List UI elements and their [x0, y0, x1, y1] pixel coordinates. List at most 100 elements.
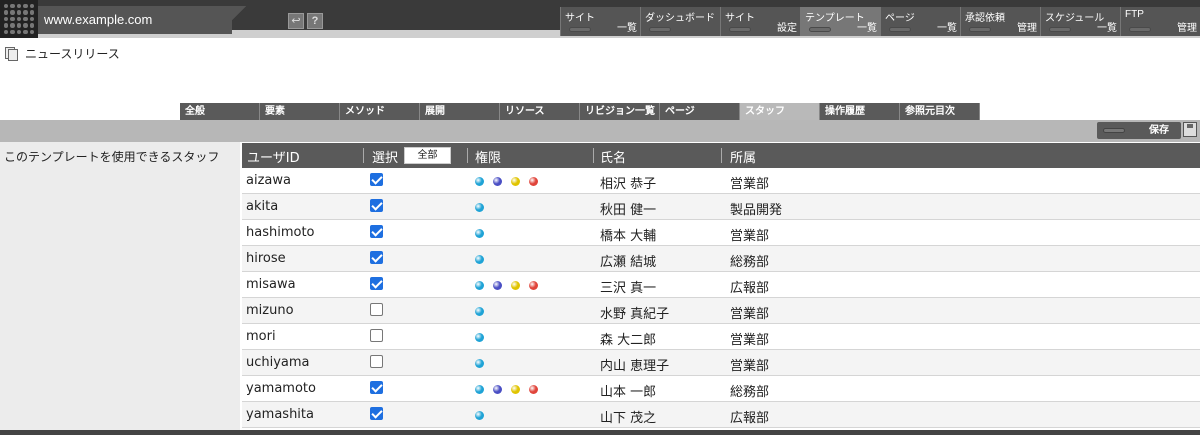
- main-nav: サイト 一覧 ダッシュボード サイト 設定 テンプレート 一覧 ページ 一覧 承認依頼 管理 スケジュ…: [560, 7, 1200, 36]
- department-cell: 営業部: [730, 177, 770, 192]
- tab-5[interactable]: リビジョン一覧: [580, 103, 660, 120]
- permission-dot-icon: [475, 177, 484, 186]
- tab-7[interactable]: スタッフ: [740, 103, 820, 120]
- save-button-label: 保存: [1149, 125, 1169, 136]
- nav-item-3[interactable]: テンプレート 一覧: [800, 7, 880, 36]
- user-id-cell: hirose: [246, 251, 286, 266]
- permission-dot-icon: [529, 281, 538, 290]
- nav-item-label: ダッシュボード: [645, 13, 715, 24]
- table-row: yamamoto 山本 一郎 総務部: [242, 376, 1200, 402]
- save-disk-icon[interactable]: [1183, 122, 1197, 137]
- select-checkbox[interactable]: [370, 329, 383, 342]
- permission-dots: [475, 177, 547, 186]
- nav-item-2[interactable]: サイト設定: [720, 7, 800, 36]
- permission-dot-icon: [475, 359, 484, 368]
- nav-item-sub-label: 設定: [777, 23, 797, 34]
- back-icon[interactable]: ↩: [288, 13, 304, 29]
- nav-item-7[interactable]: FTP 管理: [1120, 7, 1200, 36]
- select-checkbox[interactable]: [370, 277, 383, 290]
- name-cell: 相沢 恭子: [600, 177, 657, 192]
- nav-item-sub-label: 管理: [1177, 23, 1197, 34]
- nav-item-pill: [1049, 27, 1071, 32]
- permission-dot-icon: [493, 385, 502, 394]
- permission-dots: [475, 229, 493, 238]
- nav-item-4[interactable]: ページ一覧: [880, 7, 960, 36]
- content-tabs: 全般 要素 メソッド 展開 リソース リビジョン一覧 ページ スタッフ 操作履歴 参照元目次: [180, 103, 980, 120]
- tab-1[interactable]: 要素: [260, 103, 340, 120]
- nav-item-6[interactable]: スケジュール 一覧: [1040, 7, 1120, 36]
- permission-dots: [475, 281, 547, 290]
- permission-dot-icon: [493, 177, 502, 186]
- nav-item-label: スケジュール: [1045, 13, 1105, 24]
- tab-6[interactable]: ページ: [660, 103, 740, 120]
- nav-item-pill: [889, 27, 911, 32]
- permission-dot-icon: [511, 281, 520, 290]
- department-cell: 総務部: [730, 255, 770, 270]
- select-checkbox[interactable]: [370, 381, 383, 394]
- permission-dot-icon: [529, 385, 538, 394]
- select-checkbox[interactable]: [370, 407, 383, 420]
- nav-item-0[interactable]: サイト一覧: [560, 7, 640, 36]
- nav-item-label: ページ: [885, 13, 915, 24]
- table-row: misawa 三沢 真一 広報部: [242, 272, 1200, 298]
- user-id-cell: hashimoto: [246, 225, 315, 240]
- nav-item-label: FTP: [1125, 9, 1144, 20]
- user-id-cell: aizawa: [246, 173, 291, 188]
- department-cell: 営業部: [730, 359, 770, 374]
- name-cell: 秋田 健一: [600, 203, 657, 218]
- nav-item-label: サイト: [565, 13, 595, 24]
- tab-4[interactable]: リソース: [500, 103, 580, 120]
- name-cell: 三沢 真一: [600, 281, 657, 296]
- permission-dots: [475, 333, 493, 342]
- toolbar-band: [0, 120, 1200, 142]
- permission-dot-icon: [475, 255, 484, 264]
- save-button-pill: [1103, 128, 1125, 133]
- select-checkbox[interactable]: [370, 225, 383, 238]
- column-separator: [721, 148, 722, 163]
- save-button[interactable]: 保存: [1097, 122, 1181, 139]
- user-id-cell: akita: [246, 199, 279, 214]
- tab-3[interactable]: 展開: [420, 103, 500, 120]
- permission-dot-icon: [511, 177, 520, 186]
- select-checkbox[interactable]: [370, 251, 383, 264]
- column-separator: [593, 148, 594, 163]
- site-url[interactable]: www.example.com: [44, 12, 152, 27]
- select-checkbox[interactable]: [370, 199, 383, 212]
- nav-item-sub-label: 一覧: [937, 23, 957, 34]
- nav-item-sub-label: 一覧: [617, 23, 637, 34]
- table-row: hashimoto 橋本 大輔 営業部: [242, 220, 1200, 246]
- select-checkbox[interactable]: [370, 173, 383, 186]
- department-cell: 営業部: [730, 307, 770, 322]
- department-cell: 営業部: [730, 333, 770, 348]
- logo-icon[interactable]: [0, 0, 38, 38]
- table-row: yamashita 山下 茂之 広報部: [242, 402, 1200, 428]
- user-id-cell: misawa: [246, 277, 296, 292]
- select-all-button[interactable]: 全部: [404, 147, 451, 164]
- nav-item-label: サイト: [725, 13, 755, 24]
- select-checkbox[interactable]: [370, 303, 383, 316]
- user-id-cell: uchiyama: [246, 355, 310, 370]
- column-header-user-id: ユーザID: [247, 151, 300, 166]
- table-row: mori 森 大二郎 営業部: [242, 324, 1200, 350]
- page-title-row: ニュースリリース: [5, 45, 120, 62]
- name-cell: 山本 一郎: [600, 385, 657, 400]
- select-checkbox[interactable]: [370, 355, 383, 368]
- tab-9[interactable]: 参照元目次: [900, 103, 980, 120]
- permission-dot-icon: [493, 281, 502, 290]
- help-button[interactable]: ?: [307, 13, 323, 29]
- nav-item-pill: [569, 27, 591, 32]
- nav-item-pill: [1129, 27, 1151, 32]
- permission-dot-icon: [475, 203, 484, 212]
- department-cell: 総務部: [730, 385, 770, 400]
- user-id-cell: yamamoto: [246, 381, 316, 396]
- tab-2[interactable]: メソッド: [340, 103, 420, 120]
- tab-8[interactable]: 操作履歴: [820, 103, 900, 120]
- name-cell: 内山 恵理子: [600, 359, 670, 374]
- table-row: uchiyama 内山 恵理子 営業部: [242, 350, 1200, 376]
- tab-0[interactable]: 全般: [180, 103, 260, 120]
- nav-item-1[interactable]: ダッシュボード: [640, 7, 720, 36]
- permission-dot-icon: [475, 307, 484, 316]
- nav-item-5[interactable]: 承認依頼 管理: [960, 7, 1040, 36]
- name-cell: 橋本 大輔: [600, 229, 657, 244]
- page-title: ニュースリリース: [25, 47, 120, 61]
